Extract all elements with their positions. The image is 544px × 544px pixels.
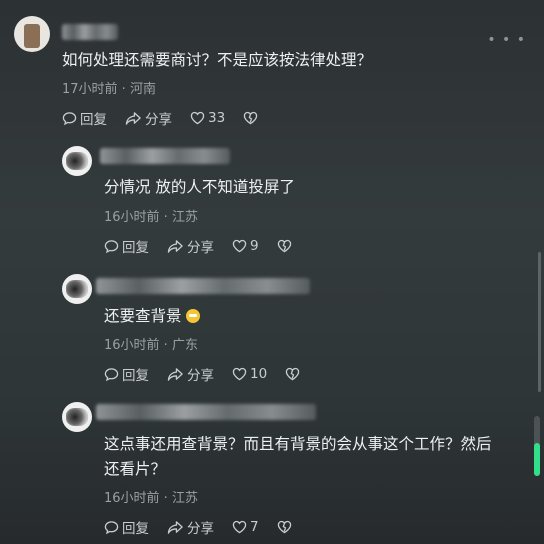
comment-bubble-icon xyxy=(62,111,77,125)
share-label: 分享 xyxy=(187,368,214,384)
reply-text-line1: 这点事还用查背景？而且有背景的会从事这个工作？然后 xyxy=(104,435,492,453)
share-label: 分享 xyxy=(145,112,172,128)
dislike-button[interactable] xyxy=(277,520,295,534)
username-redacted[interactable] xyxy=(96,404,316,420)
reply-meta: 16小时前 · 江苏 xyxy=(104,491,198,506)
comment-text: 如何处理还需要商讨？不是应该按法律处理？ xyxy=(62,51,373,69)
reply-label: 回复 xyxy=(122,240,149,256)
username-redacted[interactable] xyxy=(100,148,230,164)
comment-bubble-icon xyxy=(104,239,119,253)
reply-text: 还要查背景 xyxy=(104,304,200,329)
comment-meta: 17小时前 · 河南 xyxy=(62,82,156,97)
broken-heart-icon xyxy=(277,239,291,253)
like-count: 33 xyxy=(208,110,226,126)
like-count: 10 xyxy=(250,366,268,382)
reply-actions: 回复 分享 7 xyxy=(104,517,313,537)
share-label: 分享 xyxy=(187,521,214,537)
dislike-button[interactable] xyxy=(243,111,261,125)
reply-meta: 16小时前 · 江苏 xyxy=(104,210,198,225)
avatar[interactable] xyxy=(62,274,92,304)
reply-actions: 回复 分享 10 xyxy=(104,364,321,384)
share-button[interactable]: 分享 xyxy=(167,236,214,256)
reply-label: 回复 xyxy=(122,521,149,537)
dislike-button[interactable] xyxy=(277,239,295,253)
share-arrow-icon xyxy=(167,367,183,381)
share-arrow-icon xyxy=(167,520,183,534)
heart-icon xyxy=(190,111,205,125)
avatar[interactable] xyxy=(14,16,50,52)
share-button[interactable]: 分享 xyxy=(167,364,214,384)
grinning-emoji-icon xyxy=(185,309,200,323)
like-button[interactable]: 9 xyxy=(232,238,259,254)
username-redacted[interactable] xyxy=(62,24,118,40)
like-button[interactable]: 10 xyxy=(232,366,267,382)
broken-heart-icon xyxy=(243,111,258,125)
dislike-button[interactable] xyxy=(285,367,303,381)
like-button[interactable]: 33 xyxy=(190,110,225,126)
heart-icon xyxy=(232,367,247,381)
comment-bubble-icon xyxy=(104,367,119,381)
heart-icon xyxy=(232,239,247,253)
share-button[interactable]: 分享 xyxy=(167,517,214,537)
broken-heart-icon xyxy=(285,367,300,381)
heart-icon xyxy=(232,520,247,534)
broken-heart-icon xyxy=(277,520,291,534)
username-redacted[interactable] xyxy=(96,278,310,294)
reply-button[interactable]: 回复 xyxy=(62,108,107,128)
reply-button[interactable]: 回复 xyxy=(104,517,149,537)
more-icon[interactable]: • • • xyxy=(487,32,526,48)
scroll-progress-fill xyxy=(534,443,540,476)
reply-text-line2: 还看片？ xyxy=(104,460,167,478)
like-count: 7 xyxy=(250,519,259,535)
comment-bubble-icon xyxy=(104,520,119,534)
reply-button[interactable]: 回复 xyxy=(104,364,149,384)
share-button[interactable]: 分享 xyxy=(125,108,172,128)
reply-label: 回复 xyxy=(122,368,149,384)
avatar[interactable] xyxy=(62,402,92,432)
like-count: 9 xyxy=(250,238,259,254)
reply-button[interactable]: 回复 xyxy=(104,236,149,256)
reply-label: 回复 xyxy=(80,112,107,128)
comment-actions: 回复 分享 33 xyxy=(62,108,279,128)
reply-actions: 回复 分享 9 xyxy=(104,236,313,256)
share-arrow-icon xyxy=(125,111,141,125)
reply-meta: 16小时前 · 广东 xyxy=(104,338,198,353)
share-label: 分享 xyxy=(187,240,214,256)
share-arrow-icon xyxy=(167,239,183,253)
like-button[interactable]: 7 xyxy=(232,519,259,535)
reply-text: 分情况 放的人不知道投屏了 xyxy=(104,178,295,196)
avatar[interactable] xyxy=(62,146,92,176)
scrollbar[interactable] xyxy=(538,252,541,392)
